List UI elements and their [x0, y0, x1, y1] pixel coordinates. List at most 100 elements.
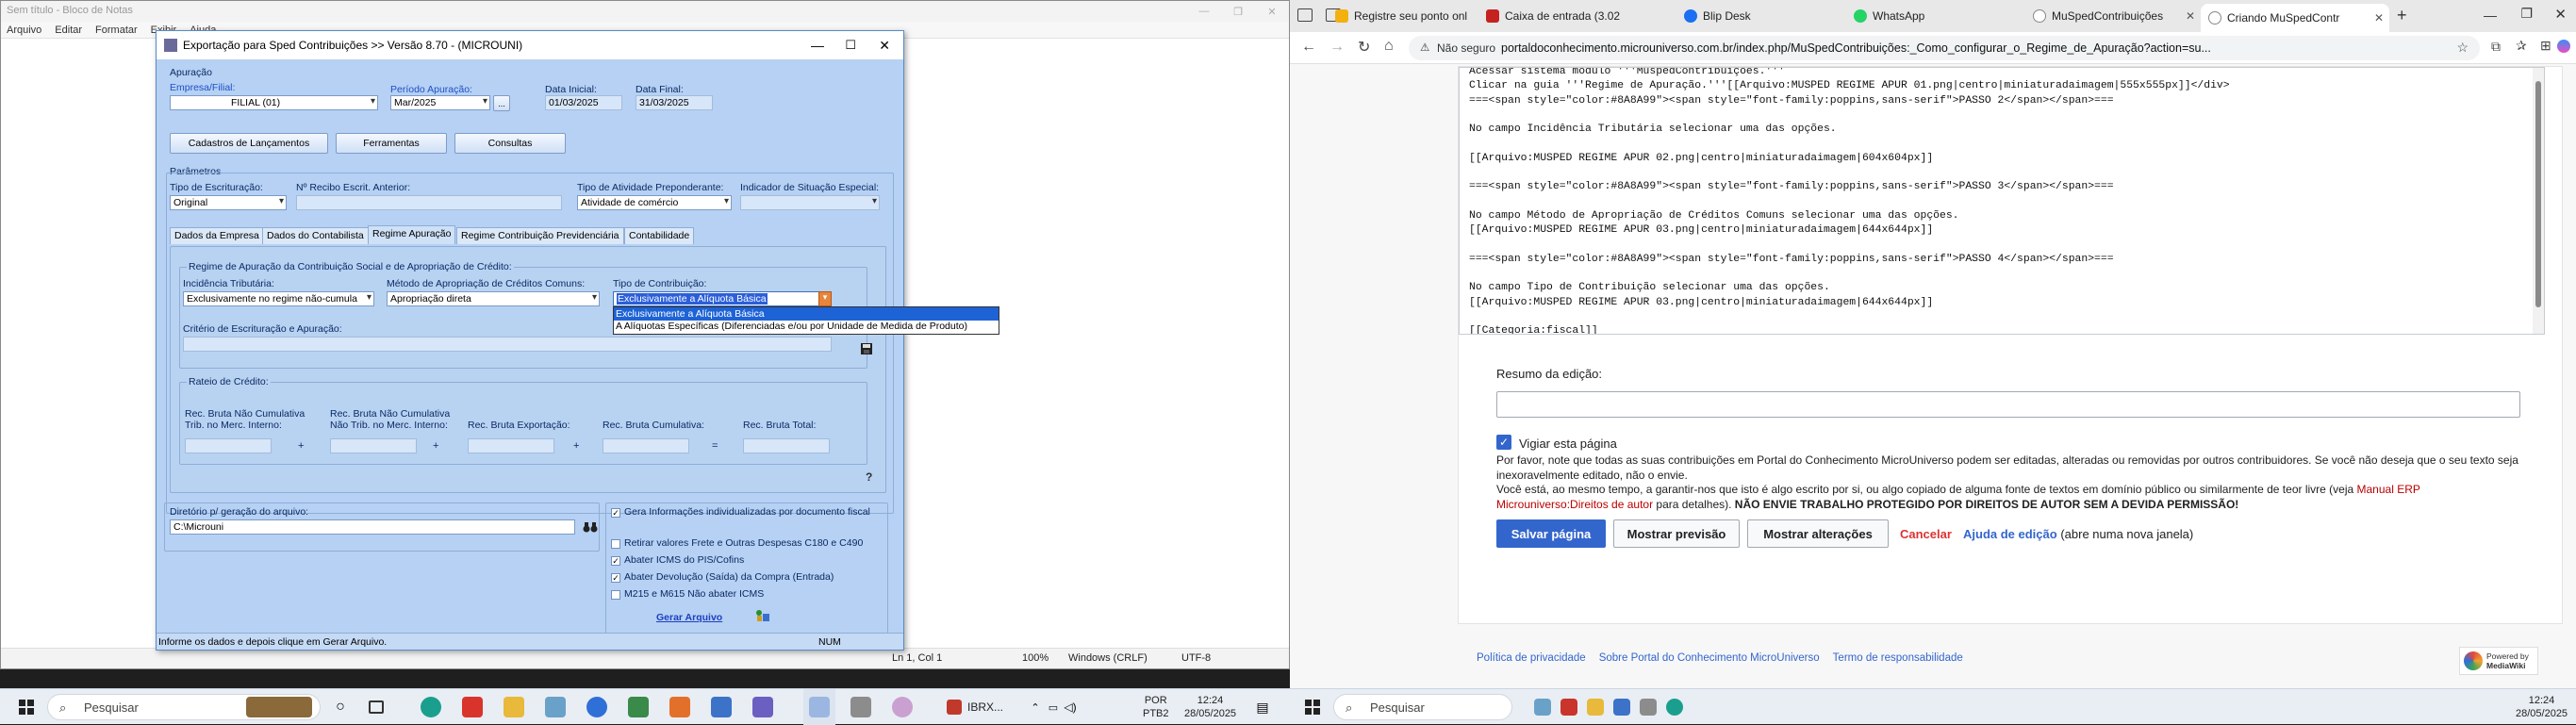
option-checkbox[interactable]: ✓ — [611, 556, 620, 566]
refresh-icon[interactable]: ↻ — [1358, 38, 1370, 57]
app-taskbar-icon[interactable] — [1529, 689, 1556, 725]
app-taskbar-icon[interactable] — [456, 689, 488, 725]
workspaces-icon[interactable] — [1297, 8, 1313, 22]
tab-contabilidade[interactable]: Contabilidade — [624, 227, 695, 244]
option-checkbox[interactable]: ✓ — [611, 573, 620, 583]
app-taskbar-icon[interactable] — [1582, 689, 1609, 725]
incidencia-select[interactable]: Exclusivamente no regime não-cumula — [183, 291, 374, 306]
menu-formatar[interactable]: Formatar — [95, 25, 138, 38]
browser-tab[interactable]: WhatsApp — [1846, 2, 2022, 30]
save-page-button[interactable]: Salvar página — [1496, 519, 1606, 548]
atividade-select[interactable]: Atividade de comércio — [577, 195, 732, 210]
ibrx-widget[interactable]: IBRX... — [928, 689, 1022, 725]
footer-link[interactable]: Política de privacidade — [1477, 652, 1586, 664]
periodo-browse-button[interactable]: ... — [493, 95, 510, 111]
help-icon[interactable]: ? — [866, 470, 879, 484]
app-taskbar-icon[interactable] — [886, 689, 918, 725]
consultas-button[interactable]: Consultas — [454, 133, 566, 154]
cortana-icon[interactable]: ○ — [326, 689, 355, 725]
browser-tab[interactable]: MuSpedContribuições ✕ — [2025, 2, 2201, 30]
app-taskbar-icon[interactable] — [664, 689, 696, 725]
close-icon[interactable]: ✕ — [2554, 6, 2567, 23]
tab-regime-apuracao[interactable]: Regime Apuração — [368, 225, 456, 244]
binoculars-icon[interactable] — [583, 520, 598, 534]
task-view-icon[interactable] — [362, 689, 390, 725]
volume-icon[interactable]: ◁) — [1060, 689, 1081, 725]
app-taskbar-icon[interactable] — [1609, 689, 1635, 725]
close-icon[interactable]: ✕ — [879, 38, 890, 54]
notification-icon[interactable]: ▤ — [1250, 689, 1275, 725]
collections-icon[interactable]: ⊞ — [2540, 38, 2551, 54]
file-explorer-icon[interactable] — [498, 689, 530, 725]
diretorio-field[interactable]: C:\Microuni — [170, 519, 575, 535]
rateio-field-3[interactable] — [468, 438, 554, 453]
copilot-icon[interactable] — [2557, 40, 2570, 53]
save-icon[interactable] — [860, 342, 873, 355]
tab-dados-empresa[interactable]: Dados da Empresa — [170, 227, 264, 244]
cancel-link[interactable]: Cancelar — [1900, 527, 1952, 541]
home-icon[interactable]: ⌂ — [1384, 38, 1394, 55]
forward-icon[interactable]: → — [1329, 39, 1345, 56]
powered-by-mediawiki-badge[interactable]: Powered by MediaWiki — [2459, 647, 2538, 675]
new-tab-icon[interactable]: + — [2397, 6, 2407, 25]
resumo-input[interactable] — [1496, 391, 2520, 418]
language-indicator[interactable]: POR PTB2 — [1143, 694, 1169, 720]
minimize-icon[interactable]: — — [2484, 8, 2497, 23]
menu-editar[interactable]: Editar — [55, 25, 82, 38]
menu-arquivo[interactable]: Arquivo — [7, 25, 41, 38]
app-taskbar-icon[interactable] — [539, 689, 571, 725]
favorite-icon[interactable]: ☆ — [2456, 40, 2469, 56]
rateio-field-2[interactable] — [330, 438, 417, 453]
recibo-field[interactable] — [296, 195, 562, 210]
minimize-icon[interactable]: — — [811, 38, 824, 53]
tab-regime-previdenciaria[interactable]: Regime Contribuição Previdenciária — [456, 227, 624, 244]
editor-scrollbar[interactable] — [2533, 68, 2544, 334]
gerar-arquivo-button[interactable]: Gerar Arquivo — [656, 612, 722, 623]
close-tab-icon[interactable]: ✕ — [2374, 11, 2384, 25]
taskbar-search-box[interactable]: ⌕ Pesquisar — [47, 694, 321, 720]
minimize-icon[interactable]: — — [1187, 1, 1221, 22]
app-taskbar-icon[interactable] — [705, 689, 737, 725]
address-bar[interactable]: ⚠ Não seguro portaldoconhecimento.microu… — [1409, 36, 2480, 60]
option-checkbox[interactable] — [611, 590, 620, 600]
preview-button[interactable]: Mostrar previsão — [1613, 519, 1740, 548]
run-icon[interactable] — [754, 609, 771, 624]
empresa-select[interactable]: FILIAL (01) — [170, 95, 378, 110]
rateio-field-5[interactable] — [743, 438, 830, 453]
edge-taskbar-icon[interactable] — [1661, 689, 1688, 725]
dropdown-option[interactable]: A Alíquotas Específicas (Diferenciadas e… — [614, 321, 999, 334]
scrollbar-thumb[interactable] — [2535, 81, 2541, 307]
tray-chevron-icon[interactable]: ⌃ — [1026, 689, 1045, 725]
app-taskbar-icon[interactable] — [1556, 689, 1582, 725]
favorites-icon[interactable]: ✰ — [2516, 38, 2527, 54]
rateio-field-1[interactable] — [185, 438, 272, 453]
browser-tab[interactable]: Registre seu ponto onl — [1328, 2, 1475, 30]
option-checkbox[interactable]: ✓ — [611, 508, 620, 518]
restore-icon[interactable]: ❐ — [2520, 6, 2533, 22]
browser-tab-active[interactable]: Criando MuSpedContr ✕ — [2201, 4, 2389, 32]
clock[interactable]: 12:24 28/05/2025 — [1184, 694, 1236, 720]
edge-taskbar-icon[interactable] — [415, 689, 447, 725]
windows-start-icon[interactable] — [13, 689, 40, 725]
browser-tab[interactable]: Caixa de entrada (3.02 — [1478, 2, 1654, 30]
footer-link[interactable]: Sobre Portal do Conhecimento MicroUniver… — [1599, 652, 1820, 664]
app-taskbar-icon[interactable] — [1635, 689, 1661, 725]
clock[interactable]: 12:24 28/05/2025 — [2516, 694, 2568, 720]
back-icon[interactable]: ← — [1301, 39, 1316, 56]
tipo-contribuicao-select[interactable]: Exclusivamente a Alíquota Básica — [613, 291, 832, 306]
dropdown-option[interactable]: Exclusivamente a Alíquota Básica — [614, 307, 999, 321]
tab-dados-contabilista[interactable]: Dados do Contabilista — [262, 227, 369, 244]
tipo-escrituracao-select[interactable]: Original — [170, 195, 287, 210]
windows-start-icon[interactable] — [1299, 689, 1326, 725]
footer-link[interactable]: Termo de responsabilidade — [1833, 652, 1963, 664]
app-taskbar-icon[interactable] — [803, 689, 835, 725]
close-tab-icon[interactable]: ✕ — [2186, 9, 2195, 23]
app-taskbar-icon[interactable] — [845, 689, 877, 725]
close-icon[interactable]: ✕ — [1255, 1, 1289, 22]
app-taskbar-icon[interactable] — [581, 689, 613, 725]
rateio-field-4[interactable] — [603, 438, 689, 453]
help-link[interactable]: Ajuda de edição — [1963, 527, 2057, 541]
criterio-select[interactable] — [183, 337, 832, 352]
vigiar-checkbox[interactable]: ✓ — [1496, 435, 1511, 450]
cadastros-button[interactable]: Cadastros de Lançamentos — [170, 133, 328, 154]
